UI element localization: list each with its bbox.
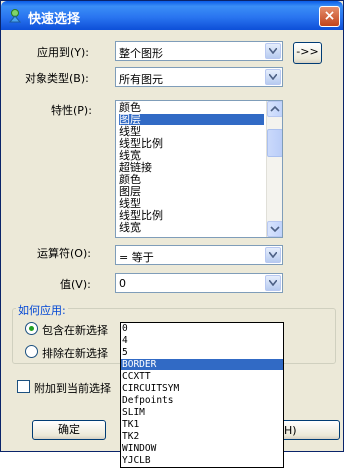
quick-select-dialog: 快速选择 × 应用到(Y): 整个图形 ->> 对象类型(B): 所有图元 特性… [0, 0, 344, 468]
list-item[interactable]: 颜色 [119, 102, 141, 113]
append-label[interactable]: 附加到当前选择 [34, 380, 111, 396]
how-to-apply-title: 如何应用: [16, 302, 68, 318]
select-objects-button[interactable]: ->> [293, 42, 322, 64]
value-label: 值(V): [60, 278, 91, 291]
include-radio[interactable] [25, 322, 38, 335]
properties-label: 特性(P): [51, 104, 92, 117]
list-item[interactable]: 线型 [119, 126, 141, 137]
chevron-down-icon [269, 48, 277, 54]
list-item[interactable]: 颜色 [119, 174, 141, 185]
dropdown-item[interactable]: TK1 [121, 419, 283, 430]
list-item[interactable]: 图层 [119, 186, 141, 197]
operator-select[interactable]: = 等于 [115, 245, 283, 265]
scroll-up-button[interactable] [267, 101, 282, 117]
exclude-radio[interactable] [25, 345, 38, 358]
dropdown-item[interactable]: CIRCUITSYM [121, 383, 283, 394]
close-icon: × [323, 8, 336, 24]
dropdown-item[interactable]: WINDOW [121, 443, 283, 454]
chevron-down-icon [269, 74, 277, 80]
operator-label: 运算符(O): [37, 247, 91, 260]
operator-dropdown-button[interactable] [265, 247, 281, 263]
list-item[interactable]: 线型 [119, 198, 141, 209]
dialog-body: 应用到(Y): 整个图形 ->> 对象类型(B): 所有图元 特性(P): 颜色… [4, 30, 340, 468]
list-item[interactable]: 超链接 [119, 162, 152, 173]
value-dropdown-list[interactable]: 0 4 5 BORDER CCXTT CIRCUITSYM Defpoints … [120, 322, 284, 468]
scroll-down-button[interactable] [267, 221, 282, 237]
value-select[interactable]: 0 [115, 273, 283, 293]
ok-label: 确定 [58, 423, 80, 436]
list-item[interactable]: 线宽 [119, 150, 141, 161]
title-bar[interactable]: 快速选择 × [1, 1, 343, 30]
chevron-down-icon [270, 226, 280, 233]
dropdown-item[interactable]: SLIM [121, 407, 283, 418]
properties-scrollbar[interactable] [266, 101, 282, 237]
dropdown-item[interactable]: YJCLB [121, 455, 283, 466]
value-value: 0 [119, 277, 126, 290]
object-type-select[interactable]: 所有图元 [115, 67, 283, 87]
select-objects-label: ->> [296, 45, 319, 58]
object-type-label: 对象类型(B): [25, 72, 89, 85]
apply-to-label: 应用到(Y): [37, 46, 90, 59]
scroll-thumb[interactable] [267, 129, 282, 157]
object-type-value: 所有图元 [119, 73, 163, 86]
exclude-label[interactable]: 排除在新选择 [42, 345, 108, 361]
radio-selected-dot [29, 326, 34, 331]
ok-button[interactable]: 确定 [32, 420, 106, 440]
list-item[interactable]: 线型比例 [119, 138, 163, 149]
list-item[interactable]: 线型比例 [119, 210, 163, 221]
value-dropdown-button[interactable] [265, 275, 281, 291]
list-item[interactable]: 线宽 [119, 222, 141, 233]
chevron-up-icon [270, 105, 280, 112]
dropdown-item[interactable]: CCXTT [121, 371, 283, 382]
operator-value: = 等于 [119, 251, 154, 264]
dropdown-item[interactable]: TK2 [121, 431, 283, 442]
dropdown-item[interactable]: Defpoints [121, 395, 283, 406]
window-title: 快速选择 [28, 12, 81, 27]
properties-list[interactable]: 颜色 图层 线型 线型比例 线宽 超链接 颜色 图层 线型 线型比例 线宽 [115, 100, 283, 238]
include-label[interactable]: 包含在新选择 [42, 322, 108, 338]
apply-to-select[interactable]: 整个图形 [115, 41, 283, 61]
dropdown-item[interactable]: BORDER [121, 359, 283, 370]
close-button[interactable]: × [319, 6, 340, 27]
append-checkbox[interactable] [17, 380, 30, 393]
chevron-down-icon [269, 280, 277, 286]
help-label: H) [284, 424, 297, 437]
app-icon [8, 9, 22, 23]
dropdown-item[interactable]: 5 [121, 347, 283, 358]
dropdown-item[interactable]: 4 [121, 335, 283, 346]
chevron-down-icon [269, 252, 277, 258]
dropdown-item[interactable]: 0 [121, 323, 283, 334]
list-item[interactable]: 图层 [119, 114, 264, 125]
apply-to-value: 整个图形 [119, 47, 163, 60]
apply-to-dropdown-button[interactable] [265, 43, 281, 59]
object-type-dropdown-button[interactable] [265, 69, 281, 85]
